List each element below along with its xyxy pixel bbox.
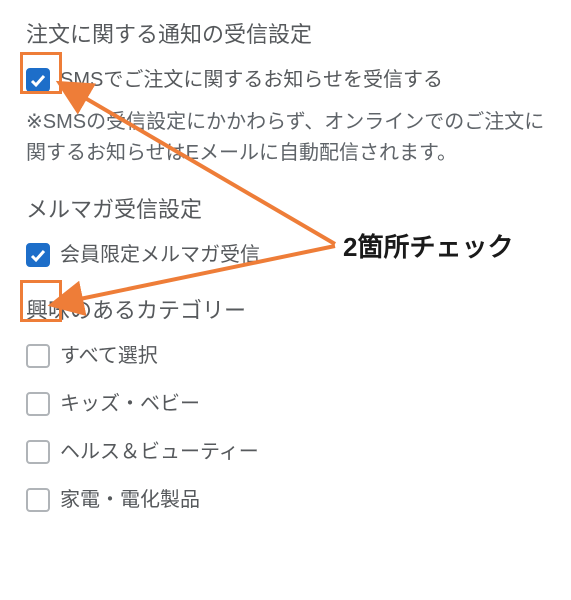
sms-checkbox-row[interactable]: SMSでご注文に関するお知らせを受信する (26, 65, 545, 95)
category-label: すべて選択 (60, 341, 158, 371)
checkmark-icon (30, 72, 46, 88)
annotation-text: 2箇所チェック (343, 228, 513, 267)
section-order-notifications: 注文に関する通知の受信設定 SMSでご注文に関するお知らせを受信する ※SMSの… (26, 18, 545, 169)
sms-checkbox[interactable] (26, 68, 50, 92)
category-checkbox[interactable] (26, 344, 50, 368)
category-item[interactable]: すべて選択 (26, 341, 545, 371)
section-categories: 興味のあるカテゴリー すべて選択 キッズ・ベビー ヘルス＆ビューティー 家電・電… (26, 294, 545, 515)
category-checkbox[interactable] (26, 392, 50, 416)
category-checkbox[interactable] (26, 488, 50, 512)
mailmag-checkbox-label: 会員限定メルマガ受信 (60, 240, 260, 270)
category-checkbox[interactable] (26, 440, 50, 464)
mailmag-checkbox[interactable] (26, 243, 50, 267)
checkmark-icon (30, 247, 46, 263)
category-label: ヘルス＆ビューティー (60, 437, 259, 467)
sms-checkbox-label: SMSでご注文に関するお知らせを受信する (60, 65, 443, 95)
category-item[interactable]: 家電・電化製品 (26, 485, 545, 515)
category-item[interactable]: ヘルス＆ビューティー (26, 437, 545, 467)
category-label: 家電・電化製品 (60, 485, 200, 515)
category-item[interactable]: キッズ・ベビー (26, 389, 545, 419)
section-title: メルマガ受信設定 (26, 193, 545, 226)
section-title: 興味のあるカテゴリー (26, 294, 545, 327)
sms-note: ※SMSの受信設定にかかわらず、オンラインでのご注文に関するお知らせはEメールに… (26, 107, 545, 169)
category-label: キッズ・ベビー (60, 389, 200, 419)
category-list: すべて選択 キッズ・ベビー ヘルス＆ビューティー 家電・電化製品 (26, 341, 545, 515)
section-title: 注文に関する通知の受信設定 (26, 18, 545, 51)
